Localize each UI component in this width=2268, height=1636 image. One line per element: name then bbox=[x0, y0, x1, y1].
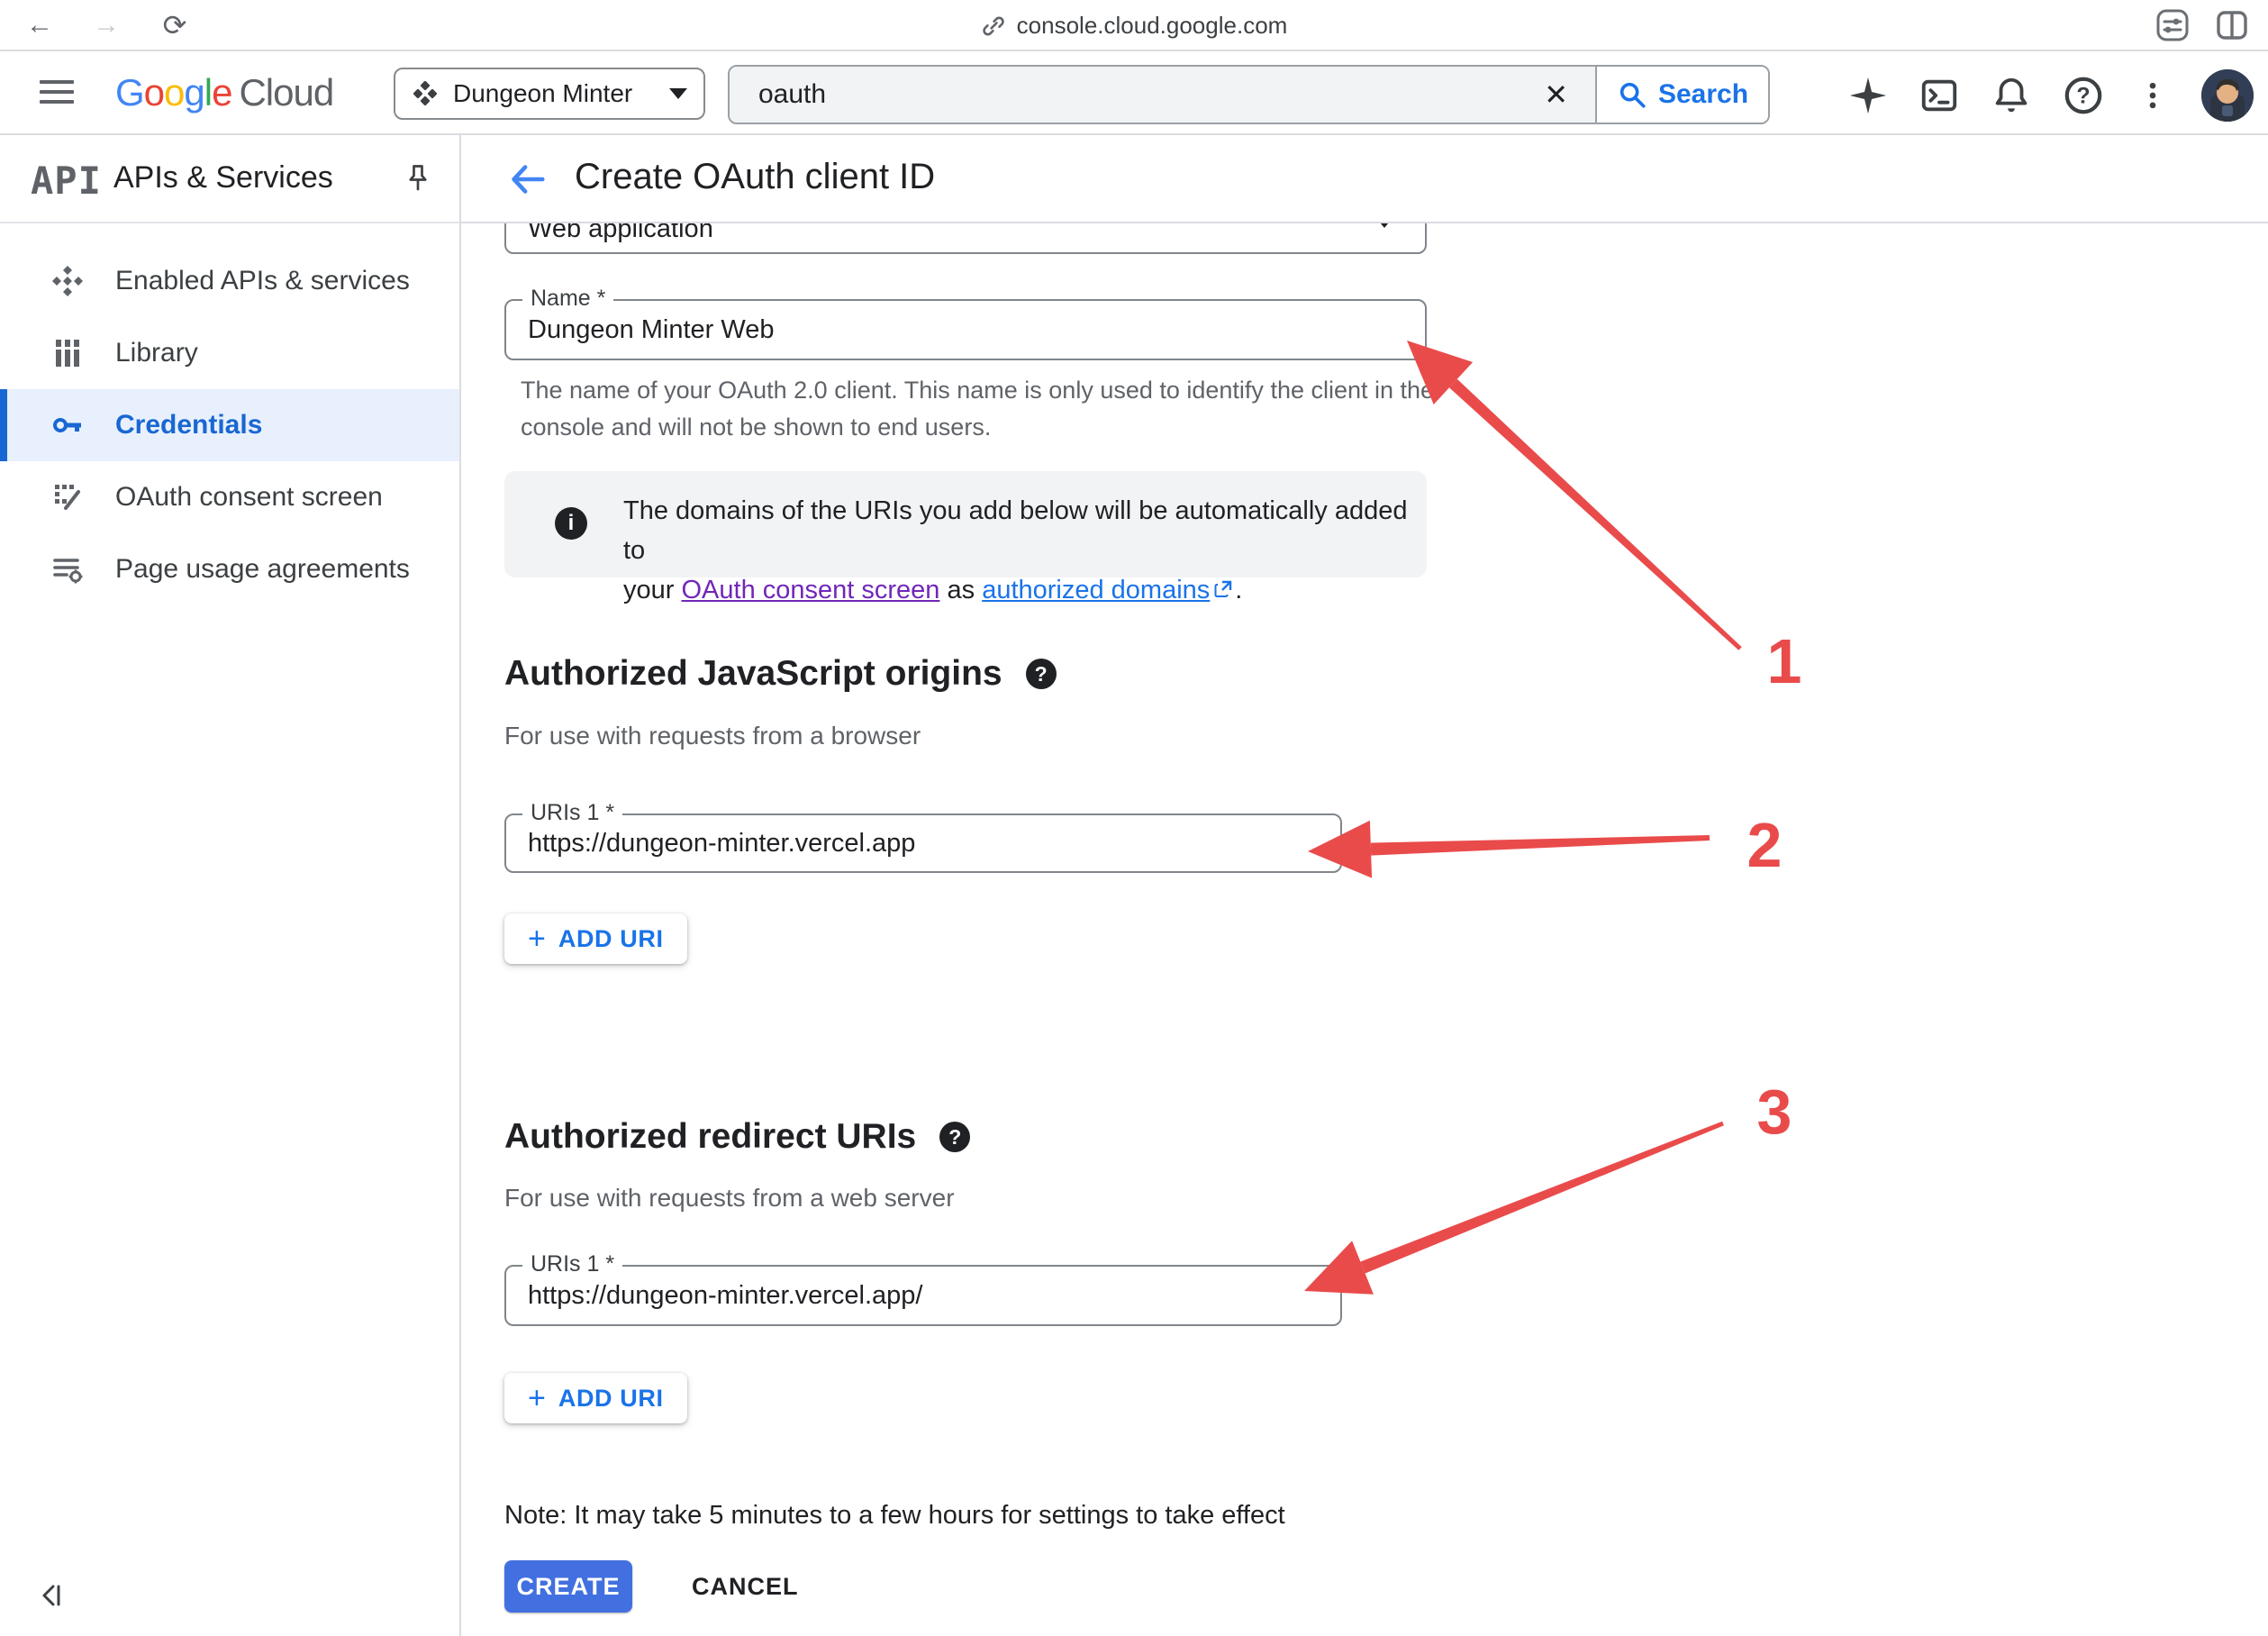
add-uri-label: ADD URI bbox=[558, 925, 664, 953]
svg-text:?: ? bbox=[2076, 84, 2090, 109]
cancel-button[interactable]: CANCEL bbox=[674, 1560, 817, 1613]
name-field-value: Dungeon Minter Web bbox=[528, 301, 775, 359]
name-helper-text: The name of your OAuth 2.0 client. This … bbox=[521, 372, 1434, 446]
notifications-bell-icon[interactable] bbox=[1991, 75, 2032, 116]
logo-cloud-text: Cloud bbox=[239, 71, 333, 114]
annotation-label-1: 1 bbox=[1767, 626, 1802, 696]
origins-uri-value: https://dungeon-minter.vercel.app bbox=[528, 815, 915, 871]
origins-subtext: For use with requests from a browser bbox=[504, 722, 921, 750]
project-selector[interactable]: Dungeon Minter bbox=[394, 68, 705, 120]
annotation-label-2: 2 bbox=[1747, 810, 1783, 880]
client-name-field[interactable]: Name * Dungeon Minter Web bbox=[504, 299, 1427, 360]
annotation-arrow-2 bbox=[1371, 835, 1710, 856]
address-bar[interactable]: console.cloud.google.com bbox=[0, 0, 2268, 51]
logo-letter: e bbox=[212, 71, 231, 114]
logo-letter: g bbox=[184, 71, 204, 114]
more-vert-icon[interactable] bbox=[2135, 75, 2171, 116]
logo-letter: o bbox=[144, 71, 164, 114]
annotation-arrow-1 bbox=[1449, 379, 1742, 650]
origins-help-icon[interactable]: ? bbox=[1026, 659, 1057, 689]
redirect-uri-field[interactable]: URIs 1 * https://dungeon-minter.vercel.a… bbox=[504, 1265, 1342, 1326]
link-icon bbox=[981, 14, 1006, 39]
cloud-shell-icon[interactable] bbox=[1919, 75, 1960, 116]
add-uri-label: ADD URI bbox=[558, 1385, 664, 1413]
collapse-sidebar-icon[interactable] bbox=[40, 1580, 70, 1611]
info-notice: i The domains of the URIs you add below … bbox=[504, 471, 1427, 577]
info-icon: i bbox=[555, 507, 587, 540]
enabled-apis-icon bbox=[50, 264, 85, 298]
sidebar-item-label: Enabled APIs & services bbox=[115, 266, 410, 296]
logo-letter: l bbox=[204, 71, 212, 114]
chevron-down-icon bbox=[669, 88, 687, 99]
sidebar-header: API APIs & Services bbox=[0, 135, 459, 223]
redirect-add-uri-button[interactable]: + ADD URI bbox=[504, 1373, 687, 1423]
project-name: Dungeon Minter bbox=[453, 79, 655, 108]
sidebar-item-label: Credentials bbox=[115, 410, 262, 441]
redirect-subtext: For use with requests from a web server bbox=[504, 1184, 955, 1213]
sidebar-item-label: Page usage agreements bbox=[115, 554, 410, 585]
logo-letter: o bbox=[164, 71, 184, 114]
console-header: GoogleCloud Dungeon Minter oauth ✕ bbox=[0, 51, 2268, 135]
search-button-label: Search bbox=[1658, 79, 1748, 110]
sidebar-item-enabled-apis[interactable]: Enabled APIs & services bbox=[0, 245, 459, 317]
sidebar-item-page-usage[interactable]: Page usage agreements bbox=[0, 533, 459, 605]
gemini-sparkle-icon[interactable] bbox=[1848, 76, 1888, 115]
sidebar-item-credentials[interactable]: Credentials bbox=[0, 389, 459, 461]
sidebar-item-label: OAuth consent screen bbox=[115, 482, 383, 513]
authorized-domains-link[interactable]: authorized domains bbox=[982, 576, 1210, 604]
console-search: oauth ✕ Search bbox=[728, 65, 1770, 124]
plus-icon: + bbox=[528, 1383, 546, 1413]
browser-split-view-icon[interactable] bbox=[2214, 7, 2250, 43]
page-title: Create OAuth client ID bbox=[575, 157, 935, 197]
info-line2: your OAuth consent screen as authorized … bbox=[623, 570, 1427, 610]
oauth-consent-icon bbox=[50, 480, 85, 514]
origins-section-heading: Authorized JavaScript origins ? bbox=[504, 654, 1057, 694]
sidebar-item-oauth-consent[interactable]: OAuth consent screen bbox=[0, 461, 459, 533]
settings-note: Note: It may take 5 minutes to a few hou… bbox=[504, 1501, 1285, 1531]
logo-letter: G bbox=[115, 71, 144, 114]
redirect-section-heading: Authorized redirect URIs ? bbox=[504, 1117, 970, 1157]
help-icon[interactable]: ? bbox=[2063, 75, 2104, 116]
page-usage-icon bbox=[50, 552, 85, 586]
sidebar: API APIs & Services Enabled APIs bbox=[0, 135, 461, 1636]
external-link-icon bbox=[1213, 578, 1235, 600]
project-icon bbox=[412, 80, 439, 107]
oauth-consent-screen-link[interactable]: OAuth consent screen bbox=[681, 576, 939, 604]
origins-uri-field[interactable]: URIs 1 * https://dungeon-minter.vercel.a… bbox=[504, 813, 1342, 873]
google-cloud-console-page: ← → ⟳ console.cloud.google.com bbox=[0, 0, 2268, 1636]
sidebar-item-label: Library bbox=[115, 338, 198, 368]
avatar-image bbox=[2201, 69, 2254, 122]
plus-icon: + bbox=[528, 923, 546, 954]
create-button[interactable]: CREATE bbox=[504, 1560, 632, 1613]
search-button[interactable]: Search bbox=[1595, 67, 1768, 123]
browser-chrome: ← → ⟳ console.cloud.google.com bbox=[0, 0, 2268, 51]
search-input-value: oauth bbox=[758, 79, 1538, 110]
api-product-icon: API bbox=[31, 159, 102, 203]
menu-icon[interactable] bbox=[40, 80, 76, 110]
redirect-uri-value: https://dungeon-minter.vercel.app/ bbox=[528, 1267, 922, 1324]
avatar[interactable] bbox=[2201, 69, 2254, 122]
search-input[interactable]: oauth ✕ bbox=[730, 67, 1595, 123]
key-icon bbox=[50, 408, 85, 442]
annotation-label-3: 3 bbox=[1757, 1077, 1792, 1147]
clear-search-icon[interactable]: ✕ bbox=[1538, 77, 1574, 112]
info-line1: The domains of the URIs you add below wi… bbox=[623, 491, 1427, 570]
search-icon bbox=[1617, 79, 1647, 110]
pin-icon[interactable] bbox=[402, 162, 434, 195]
library-icon bbox=[50, 336, 85, 370]
redirect-help-icon[interactable]: ? bbox=[939, 1122, 970, 1152]
origins-add-uri-button[interactable]: + ADD URI bbox=[504, 913, 687, 964]
browser-tune-icon[interactable] bbox=[2155, 7, 2191, 43]
sidebar-title: APIs & Services bbox=[113, 160, 333, 195]
google-cloud-logo[interactable]: GoogleCloud bbox=[115, 71, 333, 114]
url-text: console.cloud.google.com bbox=[1017, 12, 1288, 40]
sidebar-item-library[interactable]: Library bbox=[0, 317, 459, 389]
annotation-arrow-3 bbox=[1360, 1122, 1724, 1274]
content-header: Create OAuth client ID bbox=[461, 135, 2268, 223]
back-arrow-icon[interactable] bbox=[506, 159, 548, 200]
